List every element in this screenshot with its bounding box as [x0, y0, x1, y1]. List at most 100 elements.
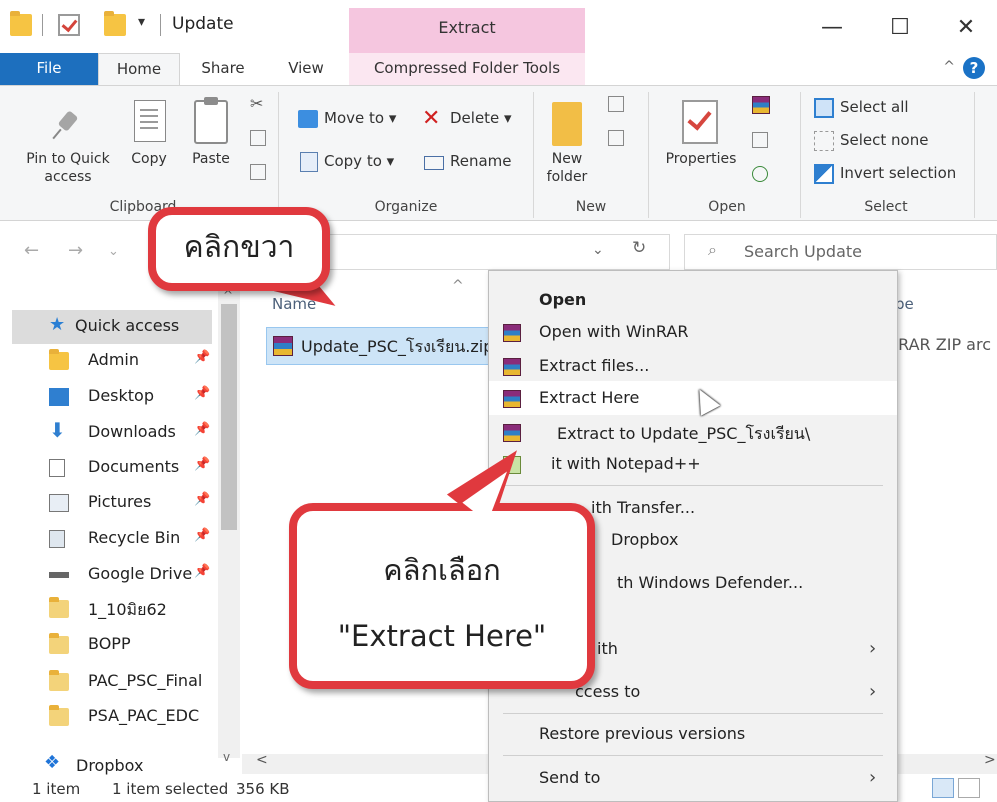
nav-item-folder[interactable]: PSA_PAC_EDC: [0, 700, 218, 734]
properties-button[interactable]: Properties: [660, 150, 742, 168]
tab-view[interactable]: View: [276, 53, 336, 85]
refresh-icon[interactable]: ↻: [632, 238, 646, 258]
rename-button[interactable]: Rename: [450, 152, 512, 170]
nav-label: Admin: [88, 350, 139, 369]
nav-item-recycle-bin[interactable]: Recycle Bin 📌: [0, 522, 218, 556]
nav-item-folder[interactable]: 1_10มิย62: [0, 592, 218, 626]
star-icon: ★: [49, 314, 66, 335]
scroll-right-icon[interactable]: >: [984, 752, 996, 768]
rename-icon: [424, 156, 444, 170]
file-name[interactable]: Update_PSC_โรงเรียน.zip: [301, 335, 493, 360]
tab-file[interactable]: File: [0, 53, 98, 85]
address-dropdown-icon[interactable]: ⌄: [592, 242, 604, 258]
new-item-icon[interactable]: [608, 96, 624, 112]
tab-home[interactable]: Home: [98, 53, 180, 85]
scroll-down-icon[interactable]: v: [223, 750, 230, 764]
menu-item-extract-to-folder[interactable]: Extract to Update_PSC_โรงเรียน\: [489, 415, 897, 449]
menu-separator: [503, 755, 883, 756]
tab-share[interactable]: Share: [188, 53, 258, 85]
customize-quick-access-dropdown[interactable]: ▾: [138, 14, 145, 30]
delete-button[interactable]: Delete ▾: [450, 109, 512, 127]
pin-to-quick-access-button[interactable]: Pin to Quick access: [18, 150, 118, 186]
open-group-label: Open: [708, 199, 746, 215]
nav-item-folder[interactable]: BOPP: [0, 628, 218, 662]
recent-locations-icon[interactable]: ⌄: [108, 244, 119, 259]
close-button[interactable]: ✕: [946, 10, 986, 46]
cut-icon[interactable]: ✂: [250, 94, 266, 113]
new-folder-icon[interactable]: [104, 11, 126, 36]
tab-compressed-folder-tools[interactable]: Compressed Folder Tools: [349, 53, 585, 85]
help-icon[interactable]: ?: [963, 57, 985, 79]
nav-label: Pictures: [88, 492, 152, 511]
forward-arrow-icon[interactable]: →: [68, 240, 83, 261]
minimize-button[interactable]: —: [812, 10, 852, 46]
copy-button[interactable]: Copy: [126, 150, 172, 168]
group-divider: [648, 92, 649, 218]
menu-item-restore-previous-versions[interactable]: Restore previous versions: [489, 717, 897, 751]
divider: [42, 14, 43, 36]
back-arrow-icon[interactable]: ←: [24, 240, 39, 261]
nav-item-quick-access[interactable]: ★ Quick access: [12, 310, 212, 344]
nav-item-desktop[interactable]: Desktop 📌: [0, 380, 218, 414]
nav-item-downloads[interactable]: ⬇ Downloads 📌: [0, 416, 218, 450]
pin-icon: [52, 110, 82, 140]
large-icons-view-icon[interactable]: [958, 778, 980, 798]
details-view-icon[interactable]: [932, 778, 954, 798]
winrar-icon: [503, 424, 521, 442]
navigation-pane: ★ Quick access Admin 📌 Desktop 📌 ⬇ Downl…: [0, 278, 242, 802]
menu-item-extract-files[interactable]: Extract files...: [489, 349, 897, 383]
nav-label: Desktop: [88, 386, 154, 405]
nav-item-admin[interactable]: Admin 📌: [0, 344, 218, 378]
group-divider: [278, 92, 279, 218]
menu-item-edit-with-notepad[interactable]: it with Notepad++: [489, 447, 897, 481]
invert-selection-button[interactable]: Invert selection: [840, 164, 956, 182]
select-all-button[interactable]: Select all: [840, 98, 909, 116]
nav-item-documents[interactable]: Documents 📌: [0, 451, 218, 485]
drive-icon: [49, 572, 69, 578]
folder-icon: [49, 633, 69, 654]
paste-shortcut-icon[interactable]: [250, 164, 266, 180]
move-to-button[interactable]: Move to ▾: [324, 109, 396, 127]
maximize-button[interactable]: ☐: [880, 10, 920, 46]
divider: [160, 14, 161, 36]
menu-item-open-with-winrar[interactable]: Open with WinRAR: [489, 315, 897, 349]
title-bar: ▾ Update Extract — ☐ ✕: [0, 0, 997, 55]
paste-button[interactable]: Paste: [186, 150, 236, 168]
item-count: 1 item: [32, 780, 81, 798]
folder-icon: [49, 705, 69, 726]
nav-item-google-drive[interactable]: Google Drive 📌: [0, 558, 218, 592]
dropbox-icon: ❖: [44, 752, 61, 773]
menu-item-open[interactable]: Open: [489, 283, 897, 317]
menu-label: Send to: [539, 768, 601, 787]
new-folder-icon: [552, 102, 582, 146]
collapse-ribbon-icon[interactable]: ^: [943, 59, 955, 75]
contextual-tab-header: Extract: [349, 8, 585, 54]
menu-item-send-to[interactable]: Send to ›: [489, 761, 897, 795]
group-divider: [533, 92, 534, 218]
desktop-icon: [49, 388, 69, 406]
edit-icon[interactable]: [752, 132, 768, 148]
winrar-icon: [503, 324, 521, 342]
nav-label: Recycle Bin: [88, 528, 181, 547]
nav-scrollbar-thumb[interactable]: [221, 304, 237, 530]
new-folder-button[interactable]: New folder: [536, 150, 598, 186]
easy-access-icon[interactable]: [608, 130, 624, 146]
copy-to-button[interactable]: Copy to ▾: [324, 152, 394, 170]
copy-path-icon[interactable]: [250, 130, 266, 146]
nav-item-pictures[interactable]: Pictures 📌: [0, 486, 218, 520]
callout-text: คลิกขวา: [183, 230, 295, 265]
paste-icon: [194, 97, 228, 144]
group-divider: [800, 92, 801, 218]
menu-label: ith: [597, 639, 618, 658]
address-bar[interactable]: [290, 234, 670, 270]
history-icon[interactable]: [752, 166, 768, 182]
chevron-right-icon: ›: [869, 638, 877, 659]
folder-icon: [49, 349, 69, 370]
winrar-open-icon[interactable]: [752, 96, 770, 114]
scroll-left-icon[interactable]: <: [256, 752, 268, 768]
select-none-button[interactable]: Select none: [840, 131, 928, 149]
nav-item-folder[interactable]: PAC_PSC_Final: [0, 665, 218, 699]
menu-label: Extract Here: [539, 388, 640, 407]
properties-check-icon[interactable]: [58, 14, 80, 36]
documents-icon: [49, 459, 65, 477]
